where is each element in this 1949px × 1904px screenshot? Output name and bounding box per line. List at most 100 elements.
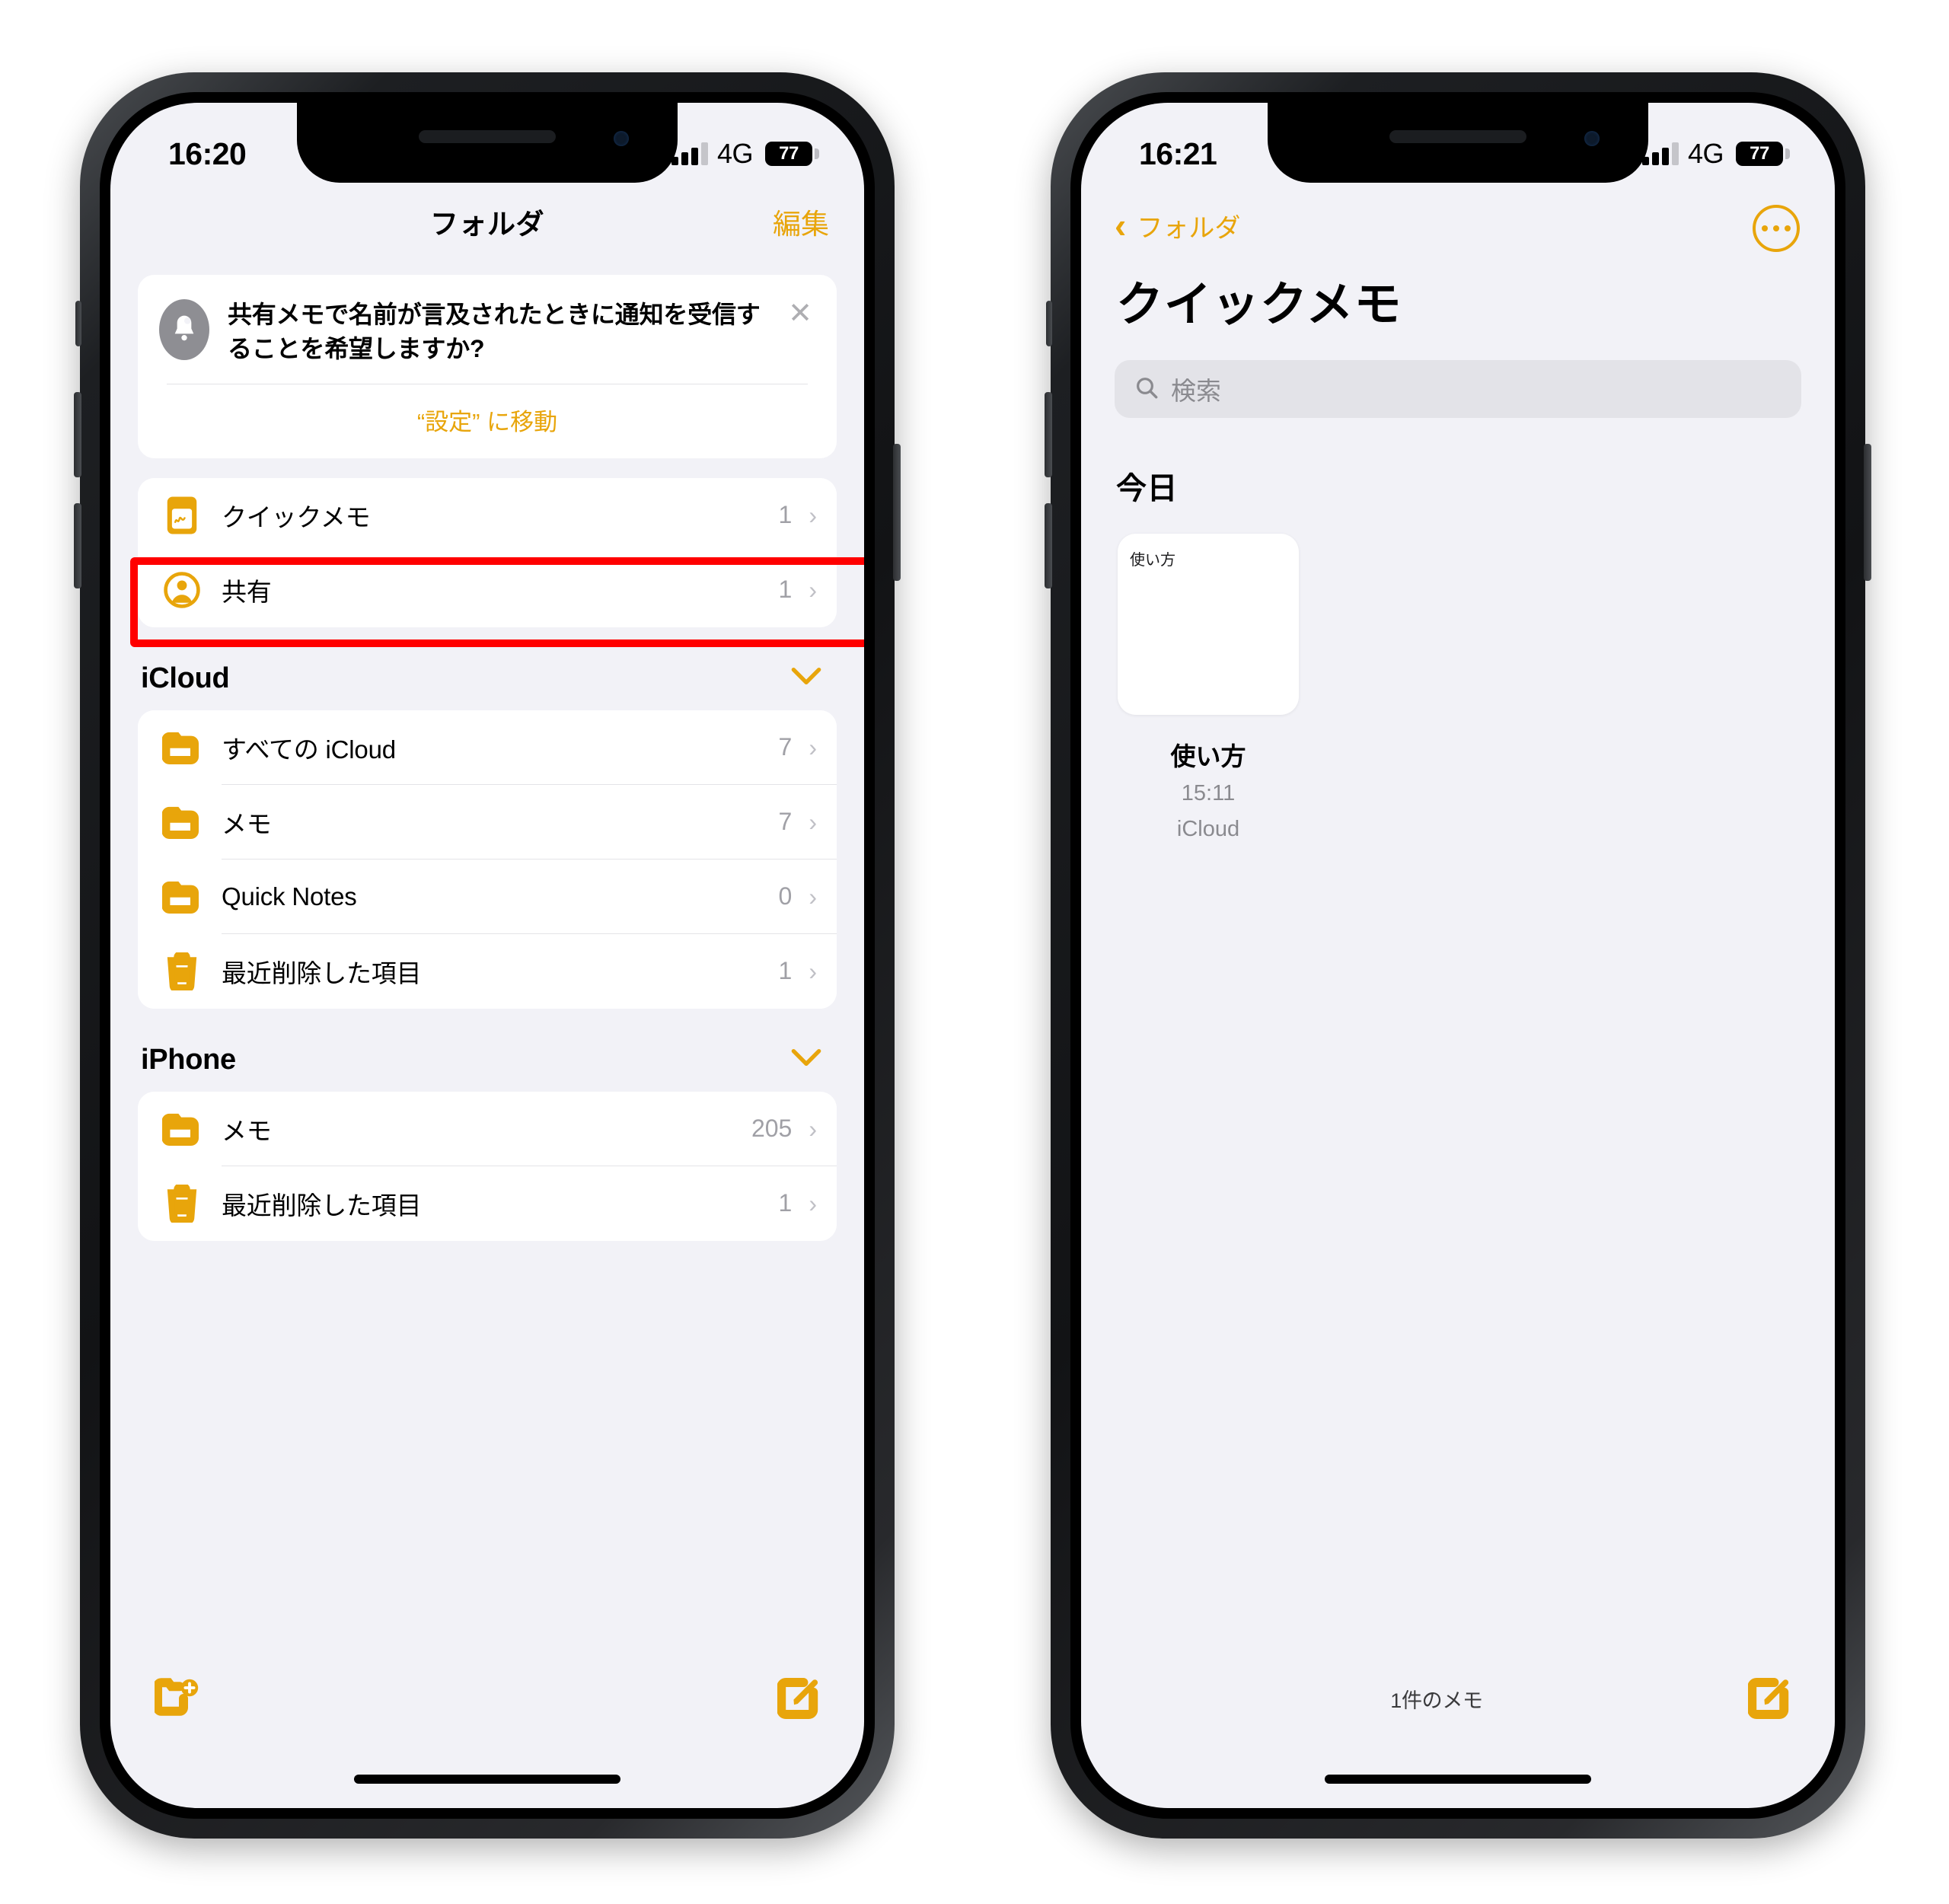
earpiece-speaker xyxy=(1389,130,1526,143)
more-ellipsis-icon[interactable] xyxy=(1753,205,1800,252)
folder-count: 1 xyxy=(778,501,793,529)
banner-message: 共有メモで名前が言及されたときに通知を受信することを希望しますか? xyxy=(228,301,761,363)
folder-icon xyxy=(159,880,205,914)
folder-count: 1 xyxy=(778,957,793,985)
page-title: クイックメモ xyxy=(1116,279,1402,331)
chevron-right-icon: › xyxy=(809,501,817,529)
navigation-bar: フォルダ 編集 xyxy=(110,185,864,258)
note-thumbnail[interactable]: 使い方 xyxy=(1118,534,1299,715)
bottom-toolbar-left xyxy=(110,1662,864,1735)
front-camera-icon xyxy=(1584,131,1600,146)
folder-count: 1 xyxy=(778,1189,793,1217)
network-type-label: 4G xyxy=(716,138,754,169)
bottom-toolbar-right: 1件のメモ xyxy=(1081,1662,1835,1735)
chevron-left-icon: ‹ xyxy=(1115,206,1127,245)
battery-icon: 77 xyxy=(1736,142,1790,166)
status-right-cluster: 4G 77 xyxy=(1641,138,1790,170)
section-header-today: 今日 xyxy=(1116,472,1178,506)
folder-label: すべての iCloud xyxy=(222,735,396,764)
folder-label: 最近削除した項目 xyxy=(222,1191,422,1220)
note-count-label: 1件のメモ xyxy=(1390,1689,1483,1712)
front-camera-icon xyxy=(614,131,629,146)
power-button[interactable] xyxy=(1864,444,1871,581)
volume-down-button[interactable] xyxy=(74,503,81,588)
folder-icon xyxy=(159,805,205,839)
volume-down-button[interactable] xyxy=(1045,503,1052,588)
notes-grid: 使い方 使い方 15:11 iCloud xyxy=(1081,508,1835,844)
silent-switch[interactable] xyxy=(1046,301,1052,346)
chevron-down-icon[interactable] xyxy=(791,1047,821,1073)
edit-button[interactable]: 編集 xyxy=(773,201,829,242)
silent-switch[interactable] xyxy=(75,301,81,346)
chevron-right-icon: › xyxy=(809,733,817,761)
compose-note-icon[interactable] xyxy=(777,1675,820,1723)
iphone-folders-group: メモ 205 › 最近削除した項目 1 › xyxy=(138,1091,837,1241)
section-header-iphone[interactable]: iPhone xyxy=(110,1009,864,1092)
chevron-right-icon: › xyxy=(809,808,817,836)
section-title: iPhone xyxy=(141,1043,236,1076)
folder-count: 7 xyxy=(778,733,793,761)
sidebar-item-notes-icloud[interactable]: メモ 7 › xyxy=(138,784,837,860)
phone-screen-right: 16:21 4G 77 ‹ フォルダ クイックメモ 検索 今日 使い方 使い方 … xyxy=(1081,103,1835,1808)
chevron-right-icon: › xyxy=(809,882,817,911)
chevron-right-icon: › xyxy=(809,1115,817,1143)
battery-percent-label: 77 xyxy=(779,143,799,164)
banner-top-row: 共有メモで名前が言及されたときに通知を受信することを希望しますか? ✕ xyxy=(159,295,815,367)
network-type-label: 4G xyxy=(1687,138,1724,169)
quick-note-icon xyxy=(159,494,205,537)
note-snippet: 使い方 xyxy=(1130,552,1175,569)
volume-up-button[interactable] xyxy=(74,392,81,477)
folder-label: クイックメモ xyxy=(222,502,371,531)
app-content-left: フォルダ 編集 共有メモで名前が言及されたときに通知を受信することを希望しますか… xyxy=(110,185,864,1808)
back-button[interactable]: ‹ フォルダ xyxy=(1081,185,1835,246)
phone-bezel: 16:20 4G 77 フォルダ 編集 共有メモで名前が言及されたときに通知を受… xyxy=(100,92,875,1819)
note-account: iCloud xyxy=(1176,817,1240,842)
shared-person-icon xyxy=(159,571,205,609)
note-title: 使い方 xyxy=(1170,742,1246,770)
chevron-right-icon: › xyxy=(809,1189,817,1217)
sidebar-item-shared[interactable]: 共有 1 › xyxy=(138,552,837,627)
go-to-settings-button[interactable]: “設定” に移動 xyxy=(159,384,815,451)
earpiece-speaker xyxy=(419,130,556,143)
folder-label: Quick Notes xyxy=(222,882,357,911)
icloud-folders-group: すべての iCloud 7 › メモ 7 › Quick Notes 0 › 最… xyxy=(138,710,837,1009)
sidebar-item-quick-note[interactable]: クイックメモ 1 › xyxy=(138,477,837,553)
folder-label: メモ xyxy=(222,1116,272,1145)
status-time: 16:21 xyxy=(1139,136,1217,171)
home-indicator[interactable] xyxy=(354,1775,620,1784)
chevron-right-icon: › xyxy=(809,576,817,604)
note-time: 15:11 xyxy=(1181,781,1236,805)
page-title: フォルダ xyxy=(430,209,544,240)
folder-count: 1 xyxy=(778,576,793,604)
home-indicator[interactable] xyxy=(1325,1775,1591,1784)
section-header-icloud[interactable]: iCloud xyxy=(110,627,864,710)
sidebar-item-recently-deleted-iphone[interactable]: 最近削除した項目 1 › xyxy=(138,1166,837,1241)
folder-count: 205 xyxy=(751,1115,793,1143)
power-button[interactable] xyxy=(893,444,901,581)
search-placeholder: 検索 xyxy=(1171,377,1221,405)
back-label: フォルダ xyxy=(1137,213,1241,243)
battery-percent-label: 77 xyxy=(1750,143,1769,164)
chevron-down-icon[interactable] xyxy=(791,665,821,691)
new-folder-icon[interactable] xyxy=(153,1677,203,1721)
notification-permission-banner: 共有メモで名前が言及されたときに通知を受信することを希望しますか? ✕ “設定”… xyxy=(138,275,837,458)
search-icon xyxy=(1134,375,1159,403)
status-right-cluster: 4G 77 xyxy=(671,138,819,170)
chevron-right-icon: › xyxy=(809,957,817,985)
trash-icon xyxy=(159,952,205,990)
screenshot-canvas: 16:20 4G 77 フォルダ 編集 共有メモで名前が言及されたときに通知を受… xyxy=(0,0,1949,1904)
close-icon[interactable]: ✕ xyxy=(780,295,815,328)
sidebar-item-quick-notes[interactable]: Quick Notes 0 › xyxy=(138,859,837,934)
folder-label: 共有 xyxy=(222,577,272,606)
bell-notification-icon xyxy=(159,299,209,360)
sidebar-item-all-icloud[interactable]: すべての iCloud 7 › xyxy=(138,710,837,785)
folder-count: 7 xyxy=(778,808,793,836)
trash-icon xyxy=(159,1184,205,1223)
compose-note-icon[interactable] xyxy=(1747,1675,1791,1723)
volume-up-button[interactable] xyxy=(1045,392,1052,477)
search-input[interactable]: 検索 xyxy=(1115,360,1801,418)
folder-icon xyxy=(159,1112,205,1146)
folder-count: 0 xyxy=(778,882,793,911)
sidebar-item-notes-iphone[interactable]: メモ 205 › xyxy=(138,1091,837,1166)
sidebar-item-recently-deleted-icloud[interactable]: 最近削除した項目 1 › xyxy=(138,933,837,1009)
